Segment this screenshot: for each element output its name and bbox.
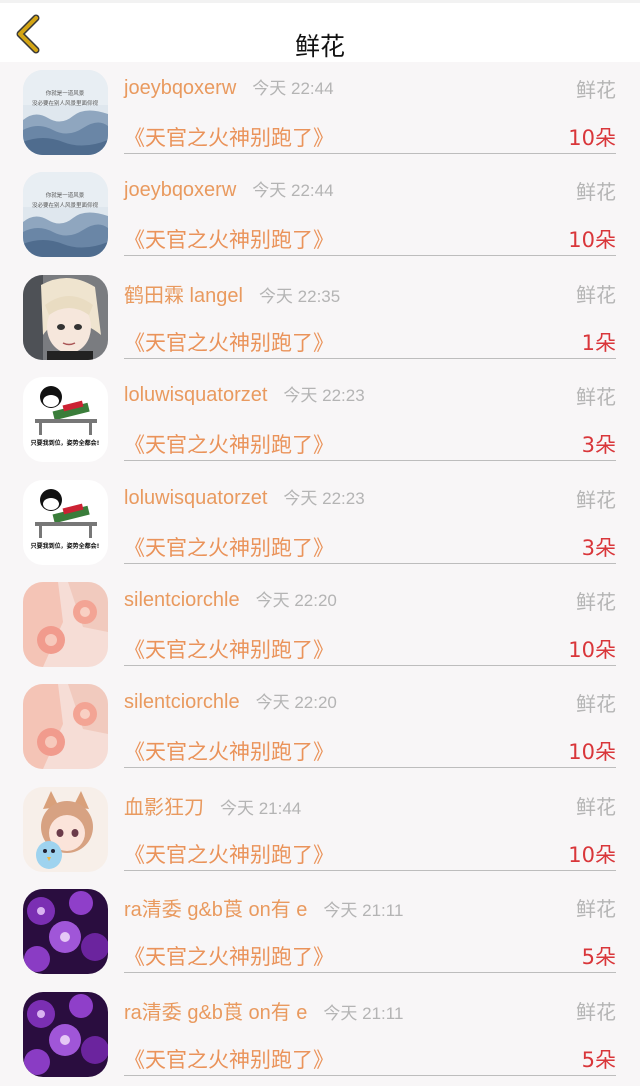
avatar[interactable] (23, 889, 108, 975)
flower-count: 5朵 (581, 1047, 616, 1072)
avatar[interactable]: 只要我到位，姿势全都会! (23, 377, 108, 463)
gift-record-row[interactable]: ra清委 g&b莨 on有 e 今天 21:11 鲜花《天官之火神别跑了》 5朵 (0, 881, 640, 983)
avatar[interactable]: 你就是一道风景没必要在别人风景里面仰视 (23, 172, 108, 258)
avatar[interactable] (23, 581, 108, 667)
avatar[interactable]: 只要我到位，姿势全都会! (23, 479, 108, 565)
gift-type: 鲜花 (576, 385, 616, 410)
gift-type: 鲜花 (576, 692, 616, 717)
book-title-link[interactable]: 《天官之火神别跑了》 (124, 429, 334, 459)
user-name-text: silentciorchle (124, 691, 240, 714)
user-name[interactable]: loluwisquatorzet 今天 22:23 (124, 484, 365, 510)
gift-type: 鲜花 (576, 180, 616, 205)
row-divider (124, 767, 616, 769)
user-name-text: joeybqoxerw (124, 179, 237, 202)
timestamp: 今天 22:20 (255, 693, 337, 713)
gift-record-row[interactable]: 血影狂刀 今天 21:44 鲜花《天官之火神别跑了》 10朵 (0, 779, 640, 881)
user-name-text: loluwisquatorzet (124, 384, 268, 407)
gift-record-row[interactable]: 只要我到位，姿势全都会! loluwisquatorzet 今天 22:23 鲜花《天… (0, 369, 640, 471)
flower-count: 1朵 (581, 330, 616, 355)
row-divider (124, 1074, 616, 1076)
page-title: 鲜花 (294, 32, 345, 61)
book-title-link[interactable]: 《天官之火神别跑了》 (124, 941, 334, 971)
flower-count: 10朵 (568, 126, 616, 150)
timestamp: 今天 21:11 (323, 901, 404, 921)
book-title-link[interactable]: 《天官之火神别跑了》 (124, 839, 334, 869)
gift-type: 鲜花 (576, 487, 616, 512)
avatar[interactable] (23, 684, 108, 770)
timestamp: 今天 22:23 (283, 386, 365, 406)
gift-record-row[interactable]: silentciorchle 今天 22:20 鲜花《天官之火神别跑了》 10朵 (0, 574, 640, 676)
flower-count: 3朵 (581, 535, 616, 560)
row-divider (124, 562, 616, 564)
timestamp: 今天 21:44 (220, 798, 302, 818)
gift-type: 鲜花 (576, 589, 616, 614)
book-title-link[interactable]: 《天官之火神别跑了》 (124, 224, 334, 254)
gift-record-list: 你就是一道风景 没必要在别人风景里面仰视 joeybqoxerw 今天 22:44 鲜花… (0, 62, 640, 1086)
row-divider (124, 357, 616, 359)
gift-record-row[interactable]: 只要我到位，姿势全都会! loluwisquatorzet 今天 22:23 鲜花《天… (0, 472, 640, 574)
flower-count: 10朵 (568, 842, 616, 867)
flower-count: 10朵 (568, 228, 616, 253)
gift-type: 鲜花 (576, 794, 616, 819)
user-name-text: 血影狂刀 (124, 796, 204, 819)
avatar[interactable] (23, 786, 108, 872)
row-divider (124, 460, 616, 462)
user-name[interactable]: ra清委 g&b莨 on有 e 今天 21:11 (124, 893, 403, 922)
avatar[interactable] (23, 991, 108, 1077)
book-title-link[interactable]: 《天官之火神别跑了》 (124, 327, 334, 357)
book-title-link[interactable]: 《天官之火神别跑了》 (124, 122, 334, 152)
book-title-link[interactable]: 《天官之火神别跑了》 (124, 634, 334, 664)
top-bar: 鲜花 (0, 0, 640, 62)
avatar-caption: 你就是一道风景 (46, 89, 85, 97)
timestamp: 今天 22:35 (258, 286, 341, 306)
user-name-text: ra清委 g&b莨 on有 e (124, 899, 308, 922)
book-title-link[interactable]: 《天官之火神别跑了》 (124, 736, 334, 766)
book-title-link[interactable]: 《天官之火神别跑了》 (124, 532, 334, 562)
timestamp: 今天 22:20 (255, 590, 337, 610)
user-name-text: loluwisquatorzet (124, 486, 268, 509)
user-name-text: silentciorchle (124, 588, 240, 611)
user-name[interactable]: loluwisquatorzet 今天 22:23 (124, 381, 365, 407)
flower-count: 5朵 (581, 945, 616, 970)
row-divider (124, 153, 616, 154)
gift-record-row[interactable]: 鹤田霖 langel 今天 22:35 鲜花《天官之火神别跑了》 1朵 (0, 267, 640, 369)
row-divider (124, 664, 616, 666)
flower-count: 10朵 (568, 637, 616, 662)
row-divider (124, 255, 616, 257)
timestamp: 今天 22:44 (252, 79, 334, 98)
avatar-caption: 没必要在别人风景里面仰视 (32, 99, 99, 107)
user-name[interactable]: ra清委 g&b莨 on有 e 今天 21:11 (124, 996, 403, 1025)
avatar-caption: 只要我到位，姿势全都会! (31, 439, 100, 447)
user-name[interactable]: joeybqoxerw 今天 22:44 (124, 176, 334, 202)
gift-type: 鲜花 (576, 999, 616, 1024)
avatar-caption: 你就是一道风景 (46, 191, 85, 199)
flower-count: 3朵 (581, 433, 616, 458)
user-name[interactable]: joeybqoxerw 今天 22:44 (124, 74, 334, 100)
flower-count: 10朵 (568, 740, 616, 765)
avatar[interactable]: 你就是一道风景没必要在别人风景里面仰视 (23, 70, 108, 155)
avatar-caption: 只要我到位，姿势全都会! (31, 542, 100, 550)
user-name-text: ra清委 g&b莨 on有 e (124, 1001, 308, 1024)
user-name-text: 鹤田霖 langel (124, 284, 243, 307)
user-name[interactable]: silentciorchle 今天 22:20 (124, 688, 337, 714)
row-divider (124, 869, 616, 871)
gift-type: 鲜花 (576, 282, 616, 307)
timestamp: 今天 21:11 (323, 1003, 404, 1023)
gift-type: 鲜花 (576, 78, 616, 102)
gift-record-row[interactable]: ra清委 g&b莨 on有 e 今天 21:11 鲜花《天官之火神别跑了》 5朵 (0, 984, 640, 1086)
gift-record-row[interactable]: 你就是一道风景没必要在别人风景里面仰视 joeybqoxerw 今天 22:44 鲜花… (0, 62, 640, 164)
gift-type: 鲜花 (576, 897, 616, 922)
timestamp: 今天 22:23 (283, 488, 365, 508)
book-title-link[interactable]: 《天官之火神别跑了》 (124, 1044, 334, 1074)
user-name[interactable]: 鹤田霖 langel 今天 22:35 (124, 279, 340, 308)
timestamp: 今天 22:44 (252, 181, 334, 201)
user-name[interactable]: 血影狂刀 今天 21:44 (124, 791, 301, 820)
user-name-text: joeybqoxerw (124, 77, 237, 99)
user-name[interactable]: silentciorchle 今天 22:20 (124, 586, 337, 612)
avatar-caption: 没必要在别人风景里面仰视 (32, 201, 99, 209)
avatar[interactable] (23, 274, 108, 360)
gift-record-row[interactable]: 你就是一道风景没必要在别人风景里面仰视 joeybqoxerw 今天 22:44 鲜花… (0, 164, 640, 266)
gift-record-row[interactable]: silentciorchle 今天 22:20 鲜花《天官之火神别跑了》 10朵 (0, 676, 640, 778)
row-divider (124, 972, 616, 974)
